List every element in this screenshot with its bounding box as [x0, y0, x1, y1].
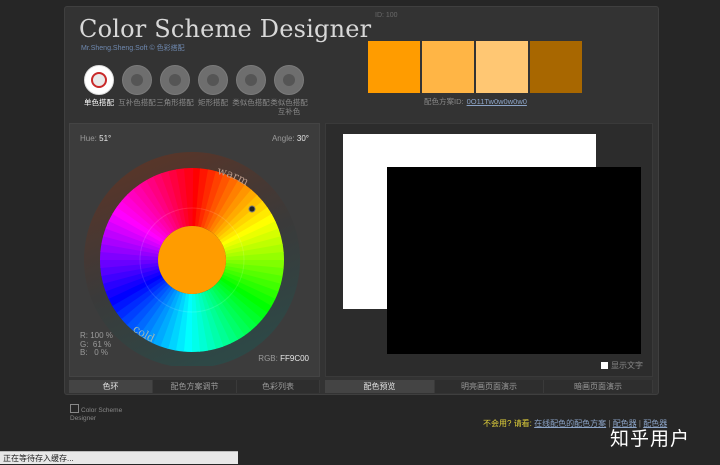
tab-color-wheel[interactable]: 色环 — [69, 380, 153, 393]
mode-mono[interactable]: 单色搭配 — [79, 65, 119, 107]
scheme-id: 配色方案ID: 0O11Tw0w0w0w0 — [424, 96, 527, 107]
show-text-checkbox[interactable] — [601, 362, 608, 369]
browser-status-bar: 正在等待存入缓存... — [0, 451, 238, 464]
app-title: Color Scheme Designer — [79, 15, 372, 43]
rgb-percent-readout: R: 100 % G: 61 % B: 0 % — [80, 331, 113, 358]
mode-analogic[interactable]: 类似色搭配 — [231, 65, 271, 107]
scheme-id-link[interactable]: 0O11Tw0w0w0w0 — [467, 97, 527, 106]
help-link-guide[interactable]: 在线配色的配色方案 — [534, 419, 606, 428]
top-id: ID: 100 — [375, 12, 398, 19]
tab-dark-page-demo[interactable]: 暗画页面演示 — [544, 380, 653, 393]
broken-image-icon — [70, 404, 79, 413]
broken-image: Color Scheme Designer — [70, 404, 144, 423]
triad-wheel-icon — [160, 65, 190, 95]
mode-label: 三角形搭配 — [156, 98, 194, 107]
mode-complement[interactable]: 互补色搭配 — [117, 65, 157, 107]
tab-color-list[interactable]: 色彩列表 — [237, 380, 320, 393]
hue-readout: Hue: 51° — [80, 134, 111, 143]
scheme-id-label: 配色方案ID: — [424, 97, 464, 106]
color-wheel-panel: Hue: 51° Angle: 30° warm cold R: 100 % G… — [69, 123, 320, 377]
mode-tetrad[interactable]: 矩形搭配 — [193, 65, 233, 107]
rgb-hex-value: FF9C00 — [280, 354, 309, 363]
left-tabs: 色环 配色方案调节 色彩列表 — [69, 380, 320, 393]
tetrad-wheel-icon — [198, 65, 228, 95]
hue-value: 51° — [99, 134, 112, 143]
color-swatches — [368, 41, 583, 93]
show-text-label: 显示文字 — [611, 361, 643, 370]
complement-wheel-icon — [122, 65, 152, 95]
help-question: 不会用? — [483, 419, 512, 428]
hue-label: Hue: — [80, 134, 97, 143]
swatch-light[interactable] — [422, 41, 474, 93]
tab-preview[interactable]: 配色预览 — [325, 380, 435, 393]
preview-panel: 显示文字 — [325, 123, 653, 377]
show-text-toggle[interactable]: 显示文字 — [601, 360, 643, 371]
preview-dark-box — [387, 167, 641, 354]
app-subtitle[interactable]: Mr.Sheng.Sheng.Soft © 色彩搭配 — [81, 43, 185, 53]
accented-analogic-wheel-icon — [274, 65, 304, 95]
swatch-primary[interactable] — [368, 41, 420, 93]
hue-handle[interactable] — [248, 205, 256, 213]
angle-value: 30° — [296, 134, 309, 143]
tab-light-page-demo[interactable]: 明亮画页面演示 — [435, 380, 544, 393]
help-prompt: 请看: — [513, 419, 532, 428]
rgb-b: B: 0 % — [80, 348, 109, 357]
mono-wheel-icon — [84, 65, 114, 95]
mode-accented-analogic[interactable]: 类似色搭配互补色 — [269, 65, 309, 116]
mode-label: 类似色搭配互补色 — [270, 98, 308, 116]
right-tabs: 配色预览 明亮画页面演示 暗画页面演示 — [325, 380, 653, 393]
tab-scheme-adjust[interactable]: 配色方案调节 — [153, 380, 237, 393]
angle-label: Angle: — [271, 134, 295, 143]
mode-triad[interactable]: 三角形搭配 — [155, 65, 195, 107]
mode-label: 矩形搭配 — [198, 98, 228, 107]
rgb-hex-readout: RGB: FF9C00 — [258, 354, 309, 363]
mode-label: 单色搭配 — [84, 98, 114, 107]
swatch-lighter[interactable] — [476, 41, 528, 93]
app-window: Color Scheme Designer Mr.Sheng.Sheng.Sof… — [64, 6, 659, 395]
rgb-hex-label: RGB: — [258, 354, 278, 363]
swatch-dark[interactable] — [530, 41, 582, 93]
watermark: 知乎用户 — [610, 429, 691, 450]
analogic-wheel-icon — [236, 65, 266, 95]
scheme-mode-selector: 单色搭配 互补色搭配 三角形搭配 矩形搭配 类似色搭配 类似色搭配互补色 — [79, 65, 319, 123]
mode-label: 类似色搭配 — [232, 98, 270, 107]
angle-readout: Angle: 30° — [272, 134, 309, 143]
selected-color-disc — [158, 226, 226, 294]
mode-label: 互补色搭配 — [118, 98, 156, 107]
